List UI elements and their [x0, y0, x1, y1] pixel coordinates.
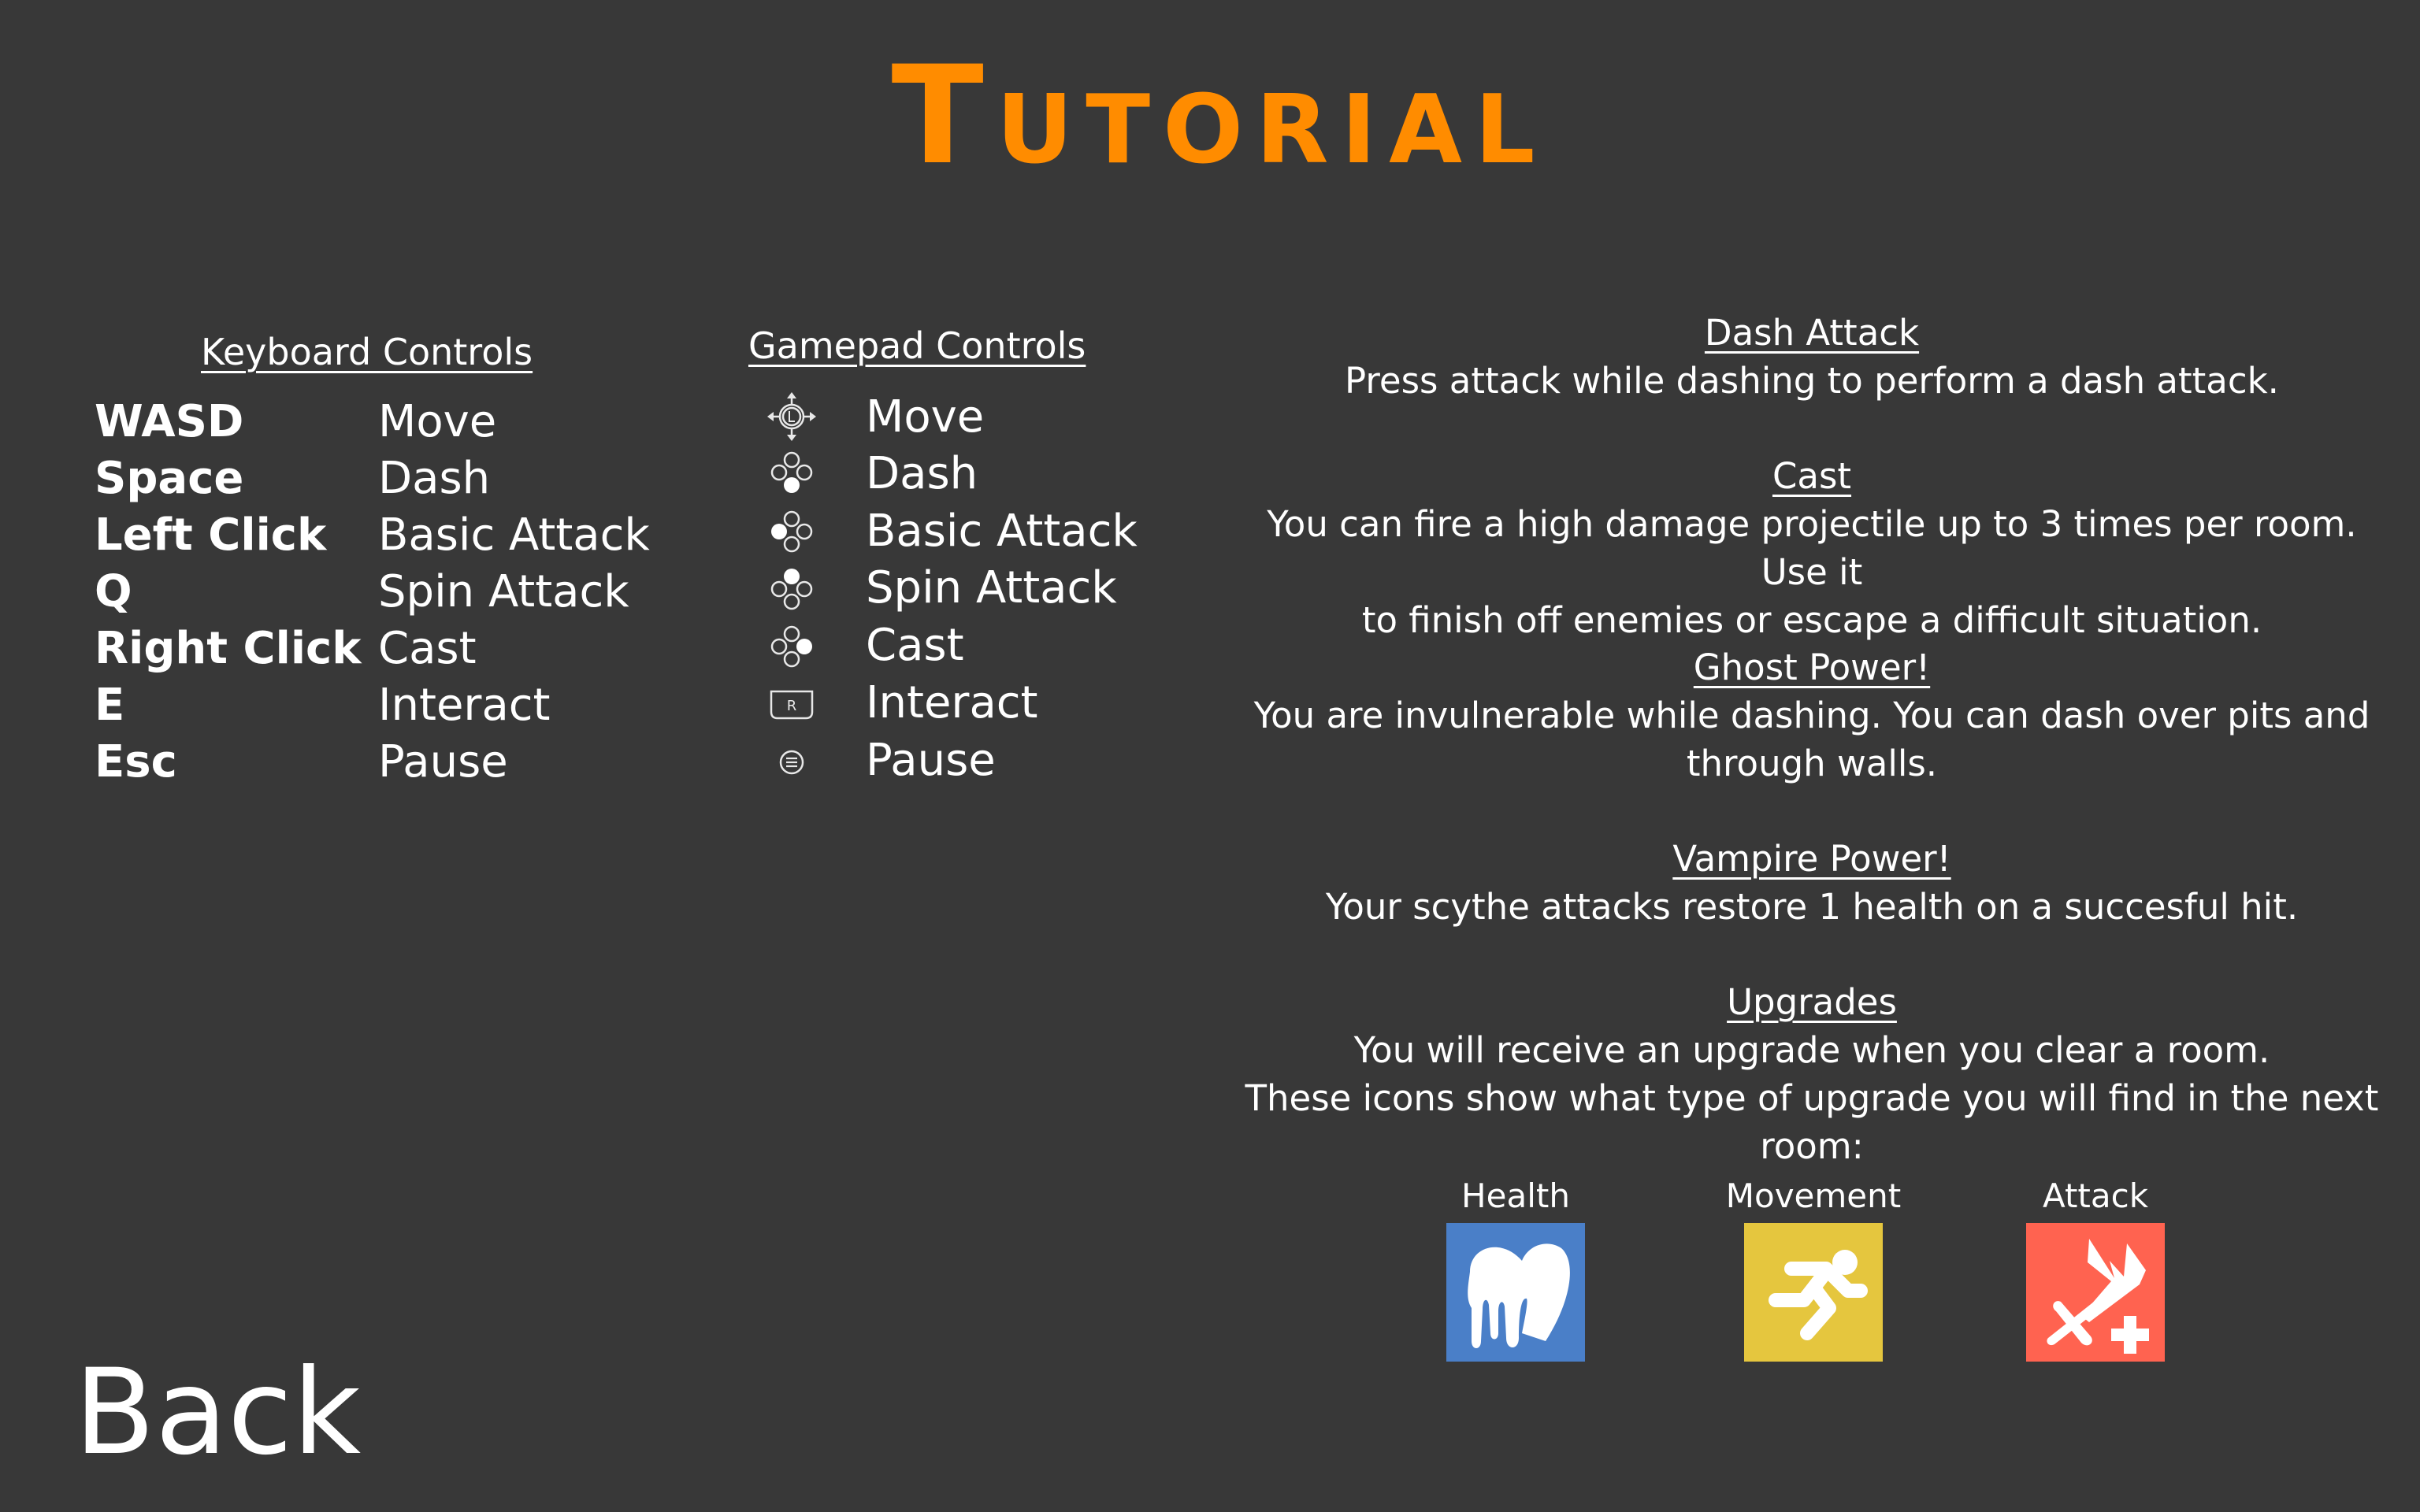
tip-vampire-power: Vampire Power! Your scythe attacks resto… — [1229, 835, 2395, 931]
key-label: Q — [95, 566, 132, 617]
menu-button-icon — [779, 750, 804, 775]
face-button-right-icon — [770, 625, 812, 668]
tip-cast: Cast You can fire a high damage projecti… — [1229, 452, 2395, 644]
action-label: Pause — [866, 735, 996, 786]
left-stick-icon — [767, 392, 816, 441]
action-label: Interact — [378, 680, 551, 731]
tip-heading: Vampire Power! — [1672, 838, 1951, 880]
key-label: Space — [95, 453, 244, 504]
face-button-left-icon — [771, 510, 813, 553]
tip-heading: Ghost Power! — [1693, 647, 1931, 688]
action-label: Basic Attack — [378, 510, 650, 561]
melting-heart-icon — [1446, 1223, 1585, 1362]
tip-text: You will receive an upgrade when you cle… — [1353, 1029, 2270, 1071]
tip-text: to finish off enemies or escape a diffic… — [1361, 599, 2262, 641]
tip-heading: Cast — [1772, 455, 1852, 497]
page-title: Tutorial — [891, 36, 1548, 195]
tip-ghost-power: Ghost Power! You are invulnerable while … — [1229, 643, 2395, 788]
sword-plus-icon — [2026, 1223, 2165, 1362]
gamepad-controls-header: Gamepad Controls — [748, 324, 1086, 367]
upgrade-label: Attack — [2042, 1177, 2149, 1215]
tip-text: These icons show what type of upgrade yo… — [1245, 1077, 2379, 1167]
action-label: Spin Attack — [378, 566, 629, 617]
key-label: Left Click — [95, 510, 327, 561]
action-label: Spin Attack — [866, 562, 1117, 613]
tip-text: You are invulnerable while dashing. You … — [1253, 695, 2370, 736]
action-label: Dash — [378, 453, 491, 504]
key-label: WASD — [95, 396, 244, 447]
tip-heading: Upgrades — [1727, 981, 1897, 1023]
tip-text: through walls. — [1686, 743, 1938, 784]
tip-upgrades: Upgrades You will receive an upgrade whe… — [1229, 978, 2395, 1170]
tip-text: You can fire a high damage projectile up… — [1267, 503, 2357, 593]
key-label: Esc — [95, 736, 177, 788]
back-button[interactable]: Back — [74, 1348, 361, 1478]
action-label: Cast — [378, 623, 477, 674]
svg-text:R: R — [787, 698, 797, 714]
upgrade-label: Movement — [1725, 1177, 1902, 1215]
face-button-top-icon — [770, 569, 813, 610]
key-label: E — [95, 680, 125, 731]
action-label: Move — [378, 396, 497, 447]
r-bumper-icon: R — [770, 690, 814, 720]
tip-text: Press attack while dashing to perform a … — [1345, 360, 2279, 402]
action-label: Move — [866, 391, 985, 443]
action-label: Basic Attack — [866, 506, 1138, 557]
running-person-icon — [1744, 1223, 1883, 1362]
key-label: Right Click — [95, 623, 362, 674]
keyboard-controls-header: Keyboard Controls — [201, 331, 533, 373]
tip-text: Your scythe attacks restore 1 health on … — [1325, 886, 2299, 928]
action-label: Pause — [378, 736, 508, 788]
action-label: Cast — [866, 620, 964, 671]
tip-heading: Dash Attack — [1704, 312, 1920, 354]
face-button-bottom-icon — [770, 451, 813, 493]
action-label: Interact — [866, 677, 1038, 728]
upgrade-label: Health — [1461, 1177, 1570, 1215]
action-label: Dash — [866, 448, 978, 499]
tip-dash-attack: Dash Attack Press attack while dashing t… — [1229, 309, 2395, 405]
